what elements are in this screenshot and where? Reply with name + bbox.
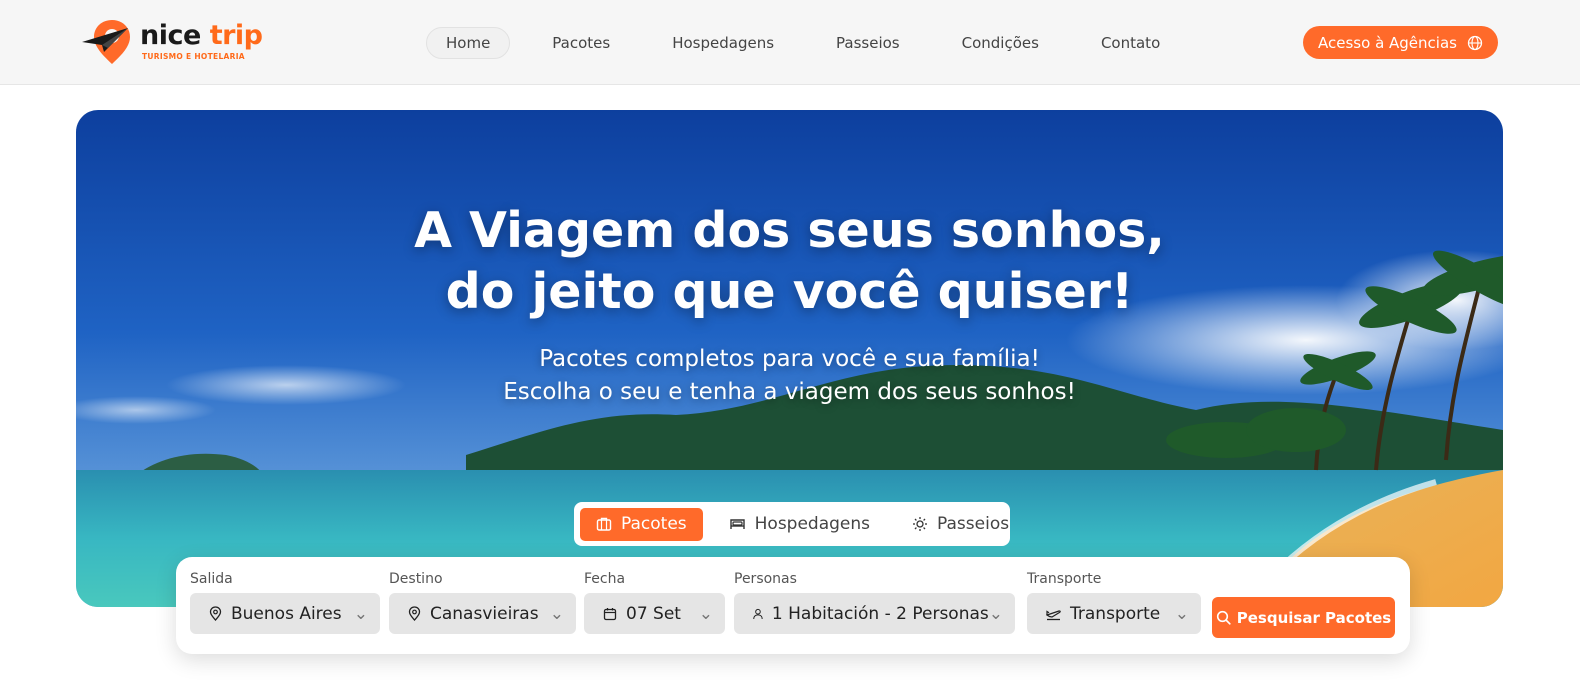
search-type-tabs: Pacotes Hospedagens Passeios xyxy=(574,502,1010,546)
salida-field: Salida Buenos Aires ⌄ xyxy=(190,571,380,634)
sun-icon xyxy=(913,517,928,531)
fecha-field: Fecha 07 Set ⌄ xyxy=(584,571,725,634)
tab-passeios[interactable]: Passeios xyxy=(896,508,1025,541)
personas-select[interactable]: 1 Habitación - 2 Personas ⌄ xyxy=(734,593,1015,634)
nav-home[interactable]: Home xyxy=(426,27,511,59)
search-packages-label: Pesquisar Pacotes xyxy=(1236,608,1392,627)
transporte-value: Transporte xyxy=(1070,603,1161,624)
chevron-down-icon: ⌄ xyxy=(549,603,564,624)
hero-title-line-2: do jeito que você quiser! xyxy=(445,263,1134,320)
personas-value: 1 Habitación - 2 Personas xyxy=(771,603,989,624)
nav-contato[interactable]: Contato xyxy=(1081,27,1180,59)
hero-title-line-1: A Viagem dos seus sonhos, xyxy=(414,202,1165,259)
transporte-field: Transporte Transporte ⌄ xyxy=(1027,571,1201,634)
location-pin-icon xyxy=(408,606,421,621)
brand-name: nice trip xyxy=(140,20,263,51)
chevron-down-icon: ⌄ xyxy=(988,603,1003,624)
tab-hospedagens-label: Hospedagens xyxy=(754,514,871,534)
destino-select[interactable]: Canasvieiras ⌄ xyxy=(389,593,576,634)
tab-pacotes[interactable]: Pacotes xyxy=(580,507,703,541)
globe-icon xyxy=(1467,35,1483,50)
fecha-label: Fecha xyxy=(584,571,626,587)
salida-value: Buenos Aires xyxy=(231,603,342,624)
brand-logo[interactable]: nice trip TURISMO E HOTELARIA xyxy=(82,18,282,66)
calendar-icon xyxy=(603,607,617,620)
paper-plane-pin-icon xyxy=(82,20,130,64)
chevron-down-icon: ⌄ xyxy=(698,603,713,624)
brand-tagline: TURISMO E HOTELARIA xyxy=(142,52,245,61)
nav-condicoes[interactable]: Condições xyxy=(942,27,1059,59)
location-pin-icon xyxy=(209,606,222,621)
nav-passeios[interactable]: Passeios xyxy=(816,27,920,59)
hero-title: A Viagem dos seus sonhos, do jeito que v… xyxy=(76,200,1503,322)
suitcase-icon xyxy=(596,517,612,531)
chevron-down-icon: ⌄ xyxy=(353,603,368,624)
site-header: nice trip TURISMO E HOTELARIA Home Pacot… xyxy=(0,0,1580,85)
transporte-label: Transporte xyxy=(1027,571,1102,587)
hero-subtitle-line-2: Escolha o seu e tenha a viagem dos seus … xyxy=(503,379,1076,405)
bed-icon xyxy=(729,519,745,529)
plane-icon xyxy=(1046,609,1061,620)
destino-value: Canasvieiras xyxy=(430,603,539,624)
personas-field: Personas 1 Habitación - 2 Personas ⌄ xyxy=(734,571,1015,634)
destino-label: Destino xyxy=(389,571,443,587)
tab-pacotes-label: Pacotes xyxy=(621,514,687,534)
destino-field: Destino Canasvieiras ⌄ xyxy=(389,571,576,634)
personas-label: Personas xyxy=(734,571,797,587)
search-icon xyxy=(1216,610,1231,625)
nav-hospedagens[interactable]: Hospedagens xyxy=(652,27,794,59)
chevron-down-icon: ⌄ xyxy=(1174,603,1189,624)
package-search-form: Salida Buenos Aires ⌄ Destino Canasvieir… xyxy=(176,557,1410,654)
tab-passeios-label: Passeios xyxy=(937,514,1010,534)
salida-select[interactable]: Buenos Aires ⌄ xyxy=(190,593,380,634)
fecha-value: 07 Set xyxy=(626,603,681,624)
hero-subtitle-line-1: Pacotes completos para você e sua famíli… xyxy=(539,346,1040,372)
hero-subtitle: Pacotes completos para você e sua famíli… xyxy=(76,343,1503,409)
main-nav: Home Pacotes Hospedagens Passeios Condiç… xyxy=(426,27,1202,59)
nav-pacotes[interactable]: Pacotes xyxy=(532,27,630,59)
tab-hospedagens[interactable]: Hospedagens xyxy=(713,508,886,541)
salida-label: Salida xyxy=(190,571,233,587)
fecha-select[interactable]: 07 Set ⌄ xyxy=(584,593,725,634)
agency-access-label: Acesso à Agências xyxy=(1318,33,1457,52)
agency-access-button[interactable]: Acesso à Agências xyxy=(1303,26,1498,59)
transporte-select[interactable]: Transporte ⌄ xyxy=(1027,593,1201,634)
person-icon xyxy=(753,608,763,619)
search-packages-button[interactable]: Pesquisar Pacotes xyxy=(1212,597,1395,638)
